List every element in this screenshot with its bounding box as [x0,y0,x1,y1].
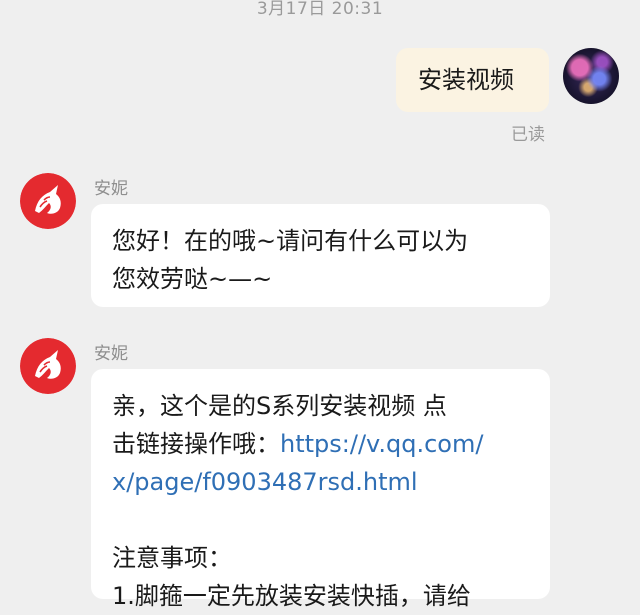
unicorn-logo-icon [20,338,76,394]
user-avatar[interactable] [563,48,619,104]
sender-name: 安妮 [94,179,128,199]
message-text: 安装视频 [418,66,514,94]
incoming-message-bubble[interactable]: 您好！在的哦~请问有什么可以为 您效劳哒~—~ [91,204,550,307]
message-line: 亲，这个是的S系列安装视频 点 [112,392,447,420]
notes-title: 注意事项： [112,544,232,572]
sender-name: 安妮 [94,344,128,364]
incoming-message-bubble[interactable]: 亲，这个是的S系列安装视频 点 击链接操作哦：https://v.qq.com/… [91,369,550,610]
read-status: 已读 [511,125,545,145]
message-line: 击链接操作哦：https://v.qq.com/ [112,425,532,463]
message-line: 您好！在的哦~请问有什么可以为 [112,227,469,255]
chat-timestamp: 3月17日 20:31 [256,0,384,19]
message-text: 击链接操作哦： [112,430,280,458]
message-line: 您效劳哒~—~ [112,265,273,293]
video-link[interactable]: https://v.qq.com/ [280,430,483,458]
outgoing-message-bubble[interactable]: 安装视频 [396,48,549,112]
agent-avatar[interactable] [20,338,76,394]
message-line: 1.脚箍一定先放装安装快插，请给 [112,582,471,610]
agent-avatar[interactable] [20,173,76,229]
unicorn-logo-icon [20,173,76,229]
message-line: x/page/f0903487rsd.html [112,463,532,501]
video-link[interactable]: x/page/f0903487rsd.html [112,468,418,496]
